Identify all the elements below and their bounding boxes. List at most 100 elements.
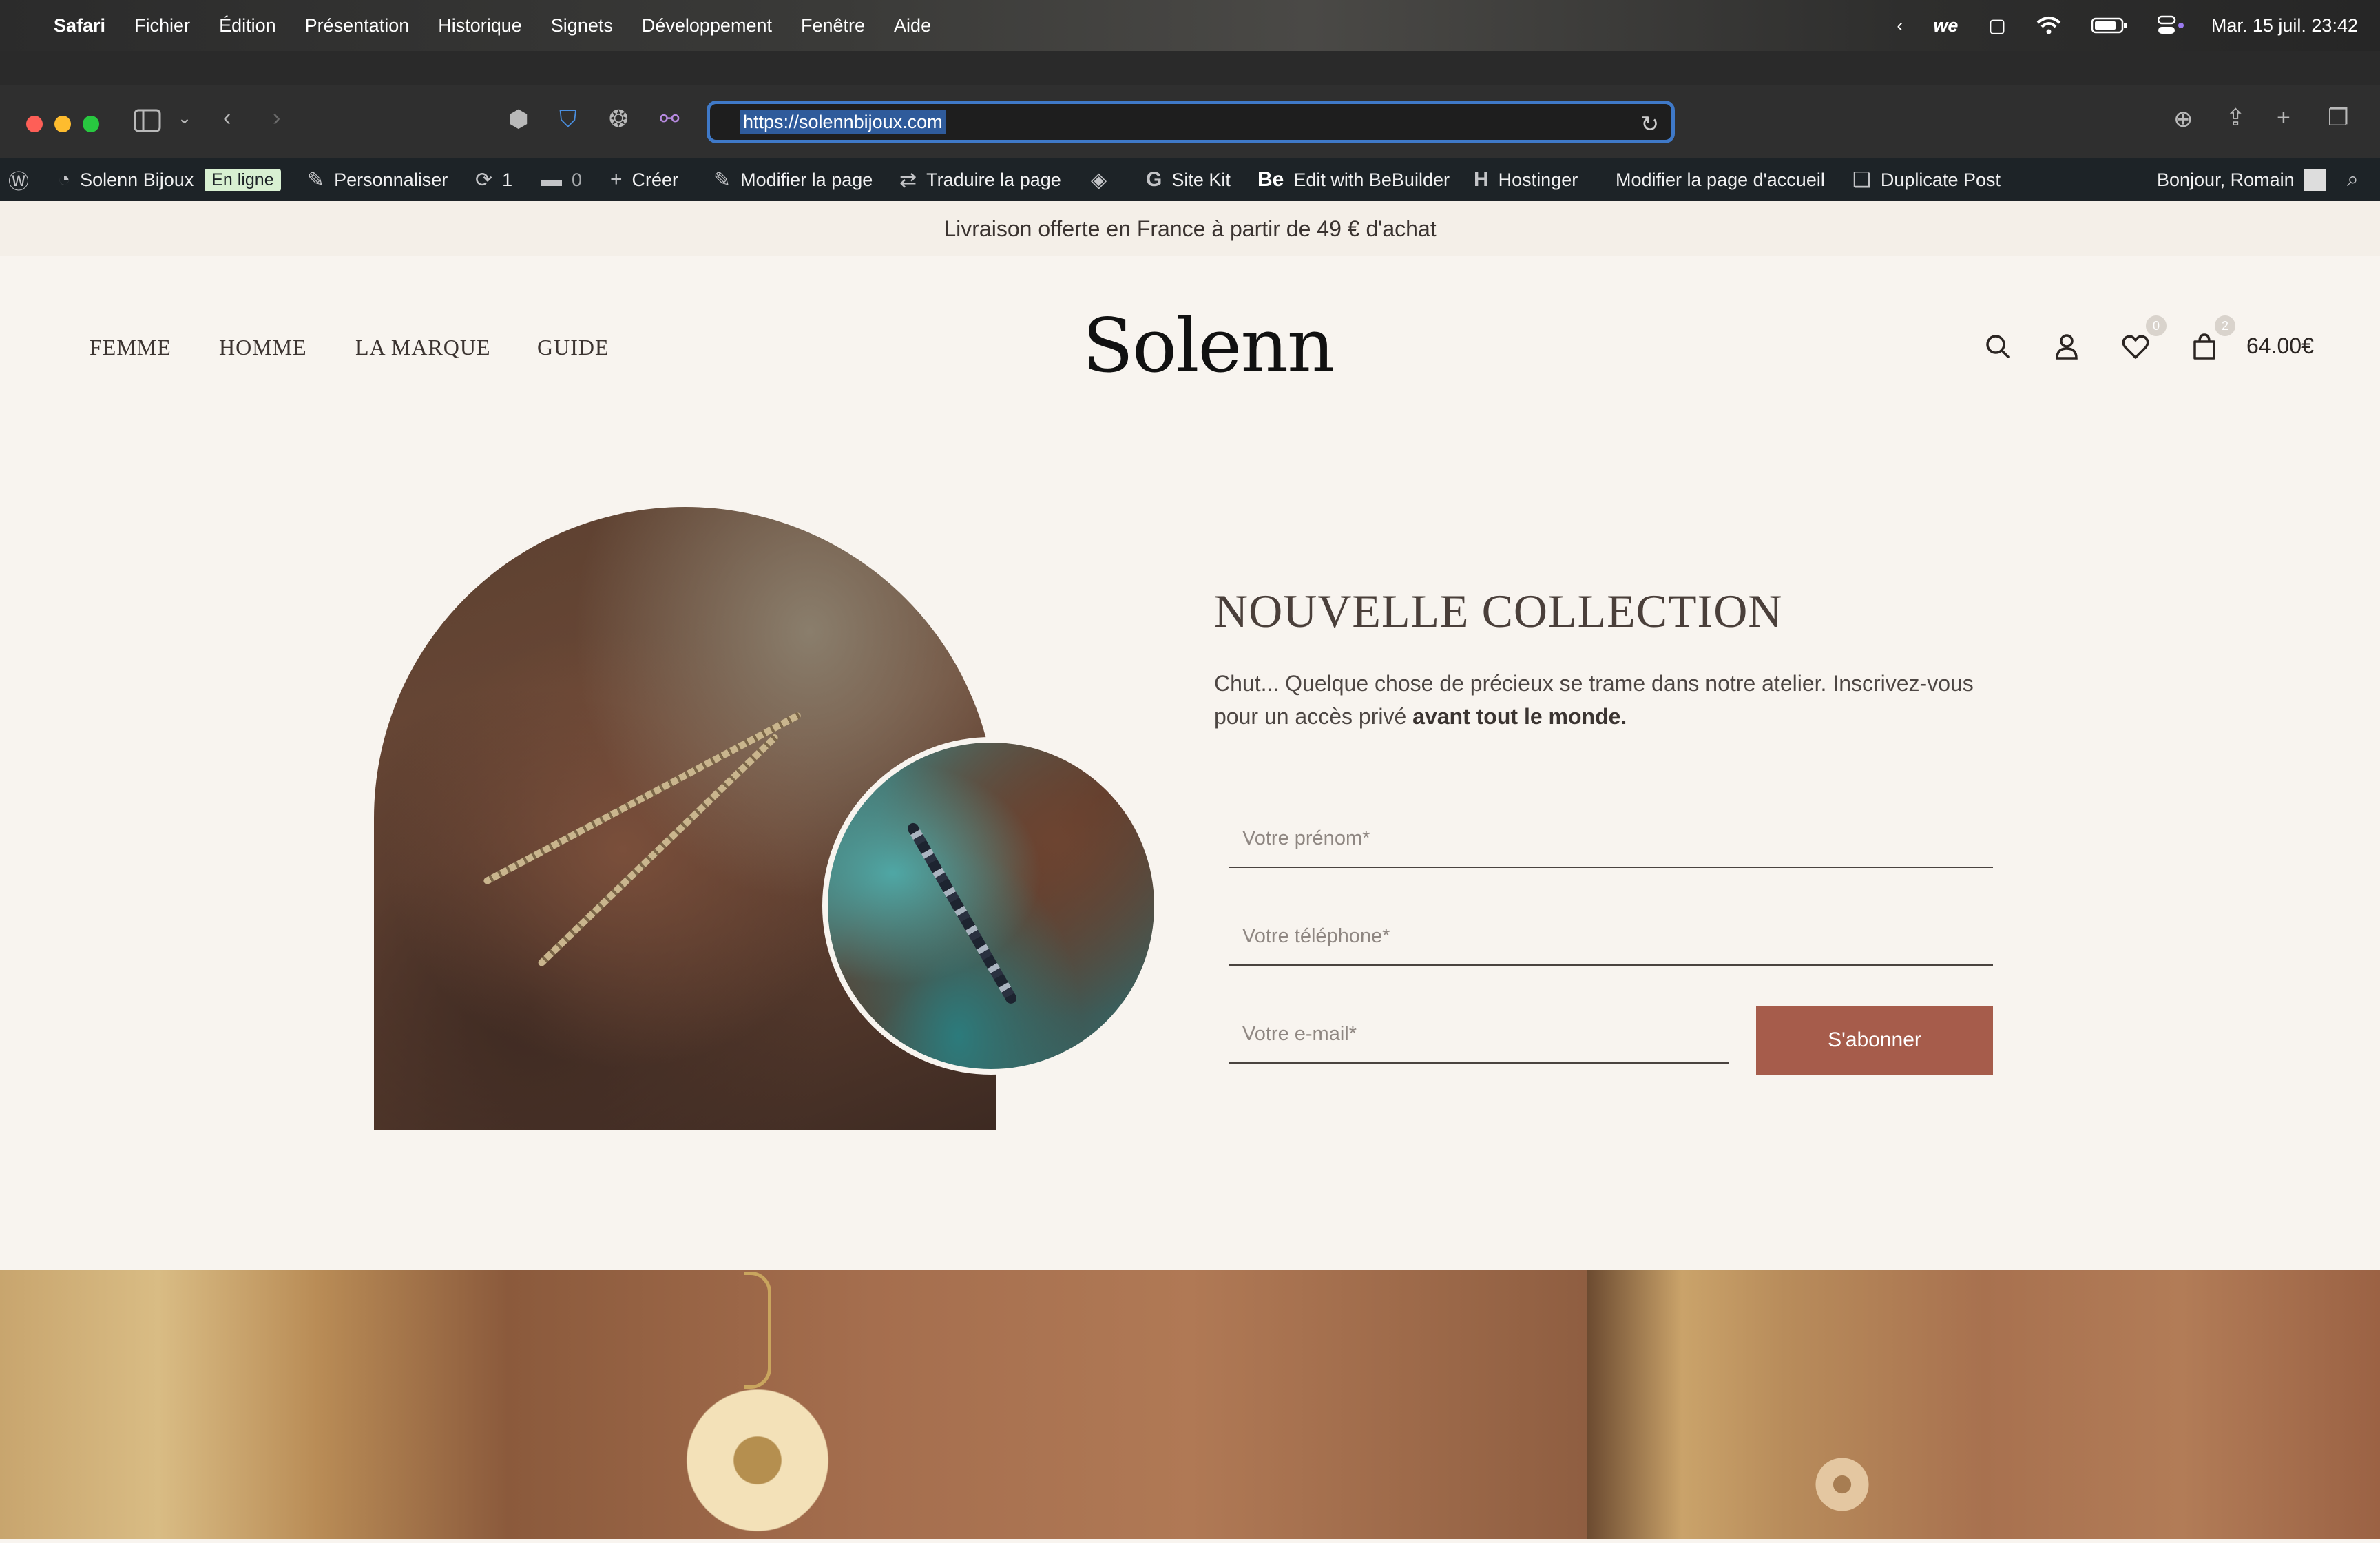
create-label: Créer: [631, 169, 679, 190]
macos-menu-bar: Safari Fichier Édition Présentation Hist…: [0, 0, 2380, 51]
nav-femme[interactable]: FEMME: [90, 335, 171, 360]
admin-comments[interactable]: ▬ 0: [541, 158, 582, 201]
wifi-icon[interactable]: [2036, 16, 2061, 35]
admin-search-icon[interactable]: ⌕: [2347, 158, 2368, 201]
edit-page-label: Modifier la page: [740, 169, 873, 190]
menu-developpement[interactable]: Développement: [642, 15, 772, 37]
menu-presentation[interactable]: Présentation: [305, 15, 410, 37]
admin-translate-page[interactable]: ⇄ Traduire la page: [899, 158, 1061, 201]
admin-create[interactable]: + Créer: [610, 158, 678, 201]
menu-edition[interactable]: Édition: [219, 15, 276, 37]
zoom-window-button[interactable]: [83, 116, 99, 132]
site-name-label: Solenn Bijoux: [80, 169, 194, 190]
gold-chain-1: [482, 711, 802, 886]
earring-hook: [744, 1272, 771, 1389]
nav-la-marque[interactable]: LA MARQUE: [355, 335, 491, 360]
menu-aide[interactable]: Aide: [894, 15, 931, 37]
back-icon[interactable]: ‹: [223, 106, 231, 130]
menubar-clock[interactable]: Mar. 15 juil. 23:42: [2211, 15, 2358, 37]
search-icon[interactable]: [1982, 331, 2014, 362]
plus-icon: +: [610, 168, 623, 191]
bebuilder-label: Edit with BeBuilder: [1293, 169, 1450, 190]
tab-overview-icon[interactable]: ❐: [2328, 106, 2348, 130]
screen-icon[interactable]: ▢: [1988, 15, 2006, 37]
subscribe-button[interactable]: S'abonner: [1756, 1006, 1993, 1075]
announcement-text: Livraison offerte en France à partir de …: [943, 216, 1437, 241]
admin-site-kit[interactable]: G Site Kit: [1146, 158, 1231, 201]
hero-mens-bracelet-image: [822, 737, 1160, 1075]
beaded-bracelet: [906, 821, 1019, 1006]
close-window-button[interactable]: [26, 116, 43, 132]
admin-edit-home[interactable]: Modifier la page d'accueil: [1616, 158, 1825, 201]
customize-label: Personnaliser: [334, 169, 448, 190]
chevron-down-icon[interactable]: ⌄: [178, 110, 191, 127]
address-bar[interactable]: https://solennbijoux.com ↻: [707, 101, 1675, 143]
admin-edit-page[interactable]: ✎ Modifier la page: [713, 158, 873, 201]
minimize-window-button[interactable]: [54, 116, 71, 132]
site-logo[interactable]: Solenn: [1083, 303, 1335, 389]
cart-total[interactable]: 64.00€: [2246, 333, 2314, 359]
wordpress-logo-icon[interactable]: Ⓦ: [8, 158, 39, 201]
collection-title: NOUVELLE COLLECTION: [1214, 585, 1783, 637]
tab-strip: [0, 51, 2380, 85]
admin-customize[interactable]: ✎ Personnaliser: [307, 158, 448, 201]
reload-icon[interactable]: ↻: [1640, 111, 1659, 137]
translate-icon: ⇄: [899, 168, 917, 191]
google-icon: G: [1146, 168, 1162, 191]
wp-admin-bar: Ⓦ ◔ Solenn Bijoux En ligne ✎ Personnalis…: [0, 158, 2380, 201]
nav-homme[interactable]: HOMME: [219, 335, 307, 360]
forward-icon[interactable]: ›: [273, 106, 280, 130]
email-field[interactable]: Votre e-mail*: [1229, 1006, 1729, 1064]
hostinger-label: Hostinger: [1498, 169, 1578, 190]
menu-fichier[interactable]: Fichier: [134, 15, 190, 37]
collection-description: Chut... Quelque chose de précieux se tra…: [1214, 667, 1999, 733]
earring-model-image-right: [1587, 1270, 2380, 1539]
email-placeholder: Votre e-mail*: [1242, 1022, 1357, 1045]
share-icon[interactable]: ⇪: [2226, 106, 2246, 130]
nav-guide[interactable]: GUIDE: [537, 335, 609, 360]
diamond-plugin-icon[interactable]: ◈: [1091, 158, 1116, 201]
circles-extension-icon[interactable]: ❂: [609, 107, 629, 131]
downloads-icon[interactable]: ⊕: [2173, 107, 2193, 131]
admin-site-name[interactable]: ◔ Solenn Bijoux En ligne: [58, 158, 281, 201]
wishlist-heart-icon[interactable]: [2120, 331, 2151, 362]
control-center-icon[interactable]: [2157, 15, 2185, 36]
cart-bag-icon[interactable]: [2189, 331, 2220, 362]
site-kit-label: Site Kit: [1171, 169, 1231, 190]
menu-historique[interactable]: Historique: [438, 15, 522, 37]
privacy-extension-icon[interactable]: ⬢: [508, 107, 529, 131]
updates-icon: ⟳: [475, 168, 493, 191]
bebuilder-icon: Be: [1257, 168, 1284, 191]
chevron-left-icon[interactable]: ‹: [1897, 15, 1903, 37]
admin-updates[interactable]: ⟳ 1: [475, 158, 512, 201]
battery-icon[interactable]: [2091, 17, 2127, 34]
pencil-icon: ✎: [713, 168, 731, 191]
account-icon[interactable]: [2051, 331, 2082, 362]
sidebar-toggle-icon[interactable]: [134, 109, 161, 136]
comments-count: 0: [572, 169, 583, 190]
firstname-field[interactable]: Votre prénom*: [1229, 810, 1993, 868]
cart-count-badge: 2: [2215, 315, 2235, 336]
url-text[interactable]: https://solennbijoux.com: [740, 110, 946, 134]
description-bold: avant tout le monde.: [1412, 704, 1627, 729]
dashboard-icon: ◔: [58, 168, 71, 191]
new-tab-icon[interactable]: +: [2277, 106, 2290, 130]
duplicate-label: Duplicate Post: [1880, 169, 2001, 190]
menu-fenetre[interactable]: Fenêtre: [801, 15, 865, 37]
comment-icon: ▬: [541, 168, 562, 191]
admin-hostinger[interactable]: H Hostinger: [1474, 158, 1578, 201]
flower-earring: [675, 1378, 840, 1543]
we-icon[interactable]: we: [1933, 15, 1958, 37]
greeting-label: Bonjour, Romain: [2157, 169, 2295, 190]
phone-placeholder: Votre téléphone*: [1242, 924, 1390, 947]
flower-earring-small: [1811, 1453, 1873, 1515]
menu-app-safari[interactable]: Safari: [54, 15, 105, 37]
admin-bebuilder[interactable]: Be Edit with BeBuilder: [1257, 158, 1450, 201]
admin-duplicate-post[interactable]: ❏ Duplicate Post: [1852, 158, 2001, 201]
announcement-bar: Livraison offerte en France à partir de …: [0, 201, 2380, 256]
phone-field[interactable]: Votre téléphone*: [1229, 908, 1993, 966]
admin-account[interactable]: Bonjour, Romain: [2157, 158, 2326, 201]
nodes-extension-icon[interactable]: ⚯: [660, 107, 680, 131]
menu-signets[interactable]: Signets: [551, 15, 613, 37]
shield-extension-icon[interactable]: ⛉: [559, 107, 577, 131]
